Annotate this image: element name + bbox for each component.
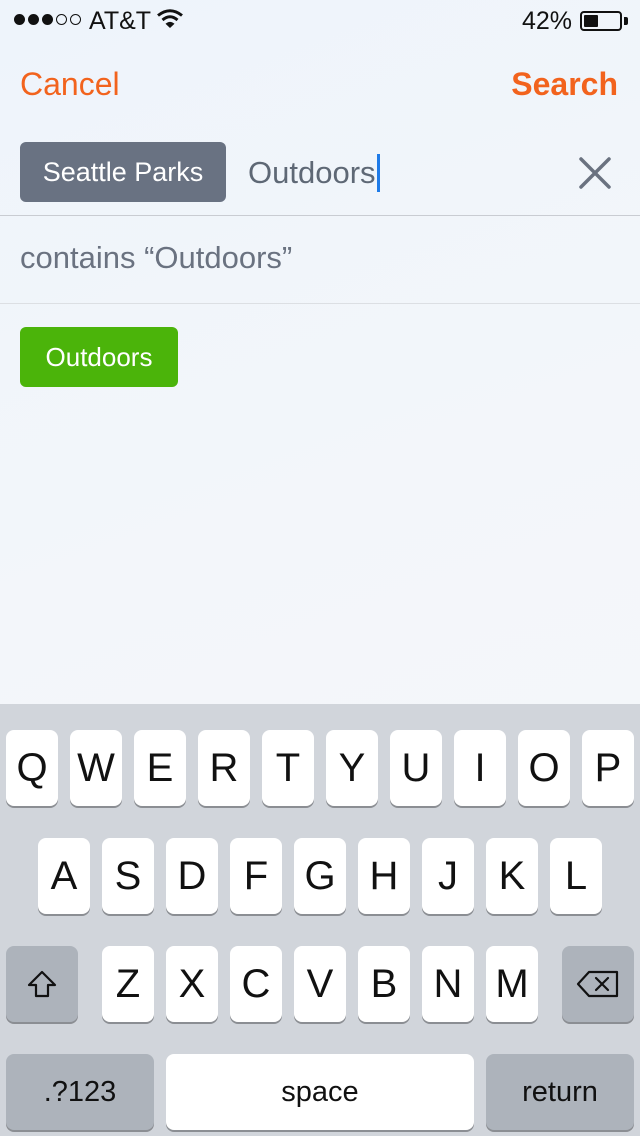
wifi-icon (157, 9, 183, 28)
key-h[interactable]: H (358, 838, 410, 914)
numbers-key[interactable]: .?123 (6, 1054, 154, 1130)
key-b[interactable]: B (358, 946, 410, 1022)
key-m[interactable]: M (486, 946, 538, 1022)
keyboard: QWERTYUIOP ASDFGHJKL ZXCVBNM .?123 space… (0, 704, 640, 1136)
key-l[interactable]: L (550, 838, 602, 914)
key-d[interactable]: D (166, 838, 218, 914)
tag-outdoors[interactable]: Outdoors (20, 327, 178, 387)
signal-dot (28, 14, 39, 25)
cancel-button[interactable]: Cancel (20, 66, 120, 103)
key-i[interactable]: I (454, 730, 506, 806)
signal-dot (14, 14, 25, 25)
key-s[interactable]: S (102, 838, 154, 914)
signal-dot (56, 14, 67, 25)
key-n[interactable]: N (422, 946, 474, 1022)
signal-dot (70, 14, 81, 25)
signal-dot (42, 14, 53, 25)
key-o[interactable]: O (518, 730, 570, 806)
key-j[interactable]: J (422, 838, 474, 914)
key-e[interactable]: E (134, 730, 186, 806)
key-r[interactable]: R (198, 730, 250, 806)
delete-icon (576, 970, 619, 998)
shift-icon (27, 970, 57, 998)
scope-chip[interactable]: Seattle Parks (20, 142, 226, 202)
key-w[interactable]: W (70, 730, 122, 806)
return-key[interactable]: return (486, 1054, 634, 1130)
key-g[interactable]: G (294, 838, 346, 914)
key-v[interactable]: V (294, 946, 346, 1022)
key-x[interactable]: X (166, 946, 218, 1022)
key-c[interactable]: C (230, 946, 282, 1022)
space-key[interactable]: space (166, 1054, 474, 1130)
search-query-text: Outdoors (248, 155, 376, 190)
status-bar: AT&T 42% (0, 0, 640, 40)
delete-key[interactable] (562, 946, 634, 1022)
key-u[interactable]: U (390, 730, 442, 806)
key-p[interactable]: P (582, 730, 634, 806)
divider (0, 303, 640, 304)
clear-icon[interactable] (574, 152, 616, 194)
shift-key[interactable] (6, 946, 78, 1022)
divider (0, 215, 640, 216)
search-bar[interactable]: Seattle Parks Outdoors (0, 140, 640, 216)
contains-suggestion[interactable]: contains “Outdoors” (20, 240, 292, 276)
key-t[interactable]: T (262, 730, 314, 806)
battery-percentage: 42% (522, 7, 573, 35)
battery-fill (584, 15, 598, 27)
search-button[interactable]: Search (511, 66, 618, 103)
search-input[interactable]: Outdoors (248, 154, 380, 192)
battery-icon (580, 11, 622, 31)
text-cursor (376, 154, 380, 192)
battery-cap (624, 17, 628, 25)
carrier-name: AT&T (89, 7, 152, 35)
signal-strength-icon (14, 14, 81, 25)
key-q[interactable]: Q (6, 730, 58, 806)
key-z[interactable]: Z (102, 946, 154, 1022)
key-f[interactable]: F (230, 838, 282, 914)
key-y[interactable]: Y (326, 730, 378, 806)
key-k[interactable]: K (486, 838, 538, 914)
key-a[interactable]: A (38, 838, 90, 914)
